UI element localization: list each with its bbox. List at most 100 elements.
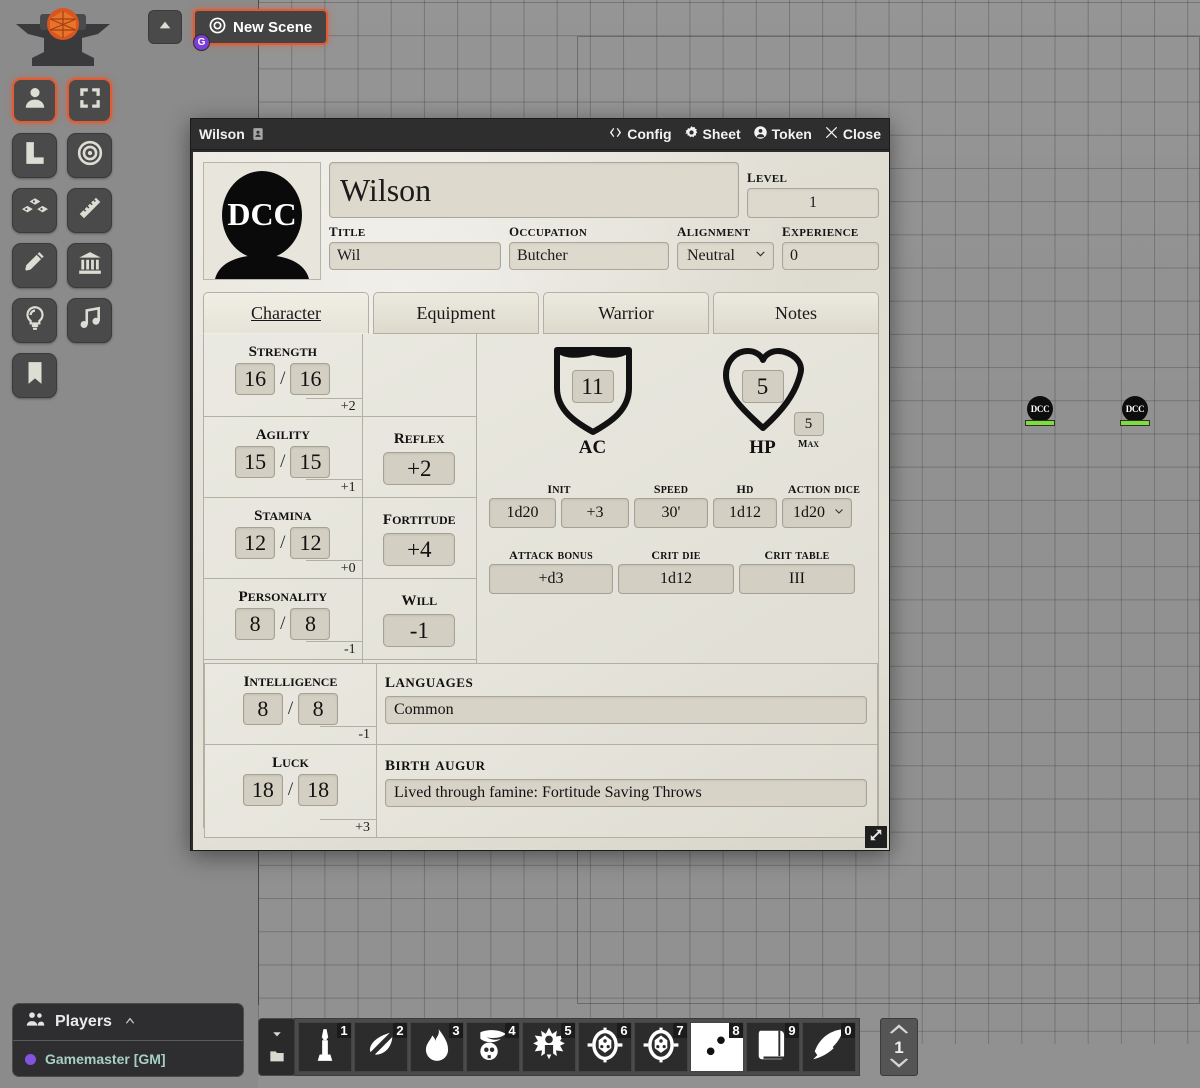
anvil-d20-icon[interactable]	[10, 8, 116, 70]
ability-max-input[interactable]: 8	[290, 608, 331, 640]
ability-max-input[interactable]: 12	[290, 527, 331, 559]
hotbar-slot[interactable]: 7	[634, 1022, 688, 1072]
ability-current-input[interactable]: 16	[235, 363, 276, 395]
speed-input[interactable]: 30'	[634, 498, 708, 528]
languages-input[interactable]: Common	[385, 696, 867, 724]
hotbar-slot-number: 8	[729, 1023, 743, 1038]
sidebar-item-journal[interactable]	[67, 243, 112, 288]
sidebar-item-walls[interactable]	[12, 133, 57, 178]
scene-tab-new-scene[interactable]: New Scene	[193, 9, 329, 45]
hotbar-slot[interactable]: 0	[802, 1022, 856, 1072]
sidebar-item-select-area[interactable]	[67, 78, 112, 123]
title-input[interactable]: Wil	[329, 242, 501, 270]
tab-notes[interactable]: Notes	[713, 292, 879, 334]
save-reflex: Reflex +2	[362, 417, 476, 498]
hotbar-slot[interactable]: 2	[354, 1022, 408, 1072]
action-dice-select[interactable]: 1d20	[782, 498, 852, 528]
occupation-input[interactable]: Butcher	[509, 242, 669, 270]
tab-warrior[interactable]: Warrior	[543, 292, 709, 334]
character-sheet-window[interactable]: Wilson Config Sheet Token Close DCC Wils…	[190, 118, 890, 851]
scene-nav-collapse-button[interactable]	[148, 10, 182, 44]
ability-max-input[interactable]: 8	[298, 693, 339, 725]
chevron-down-icon[interactable]	[270, 1026, 284, 1044]
list-item[interactable]: Gamemaster [GM]	[13, 1041, 243, 1076]
window-resize-handle[interactable]	[865, 826, 887, 848]
config-button[interactable]: Config	[608, 125, 672, 143]
chevron-up-icon[interactable]	[123, 1013, 137, 1032]
canvas-token[interactable]: DCC	[1025, 396, 1055, 430]
ability-current-input[interactable]: 12	[235, 527, 276, 559]
crit-die-input[interactable]: 1d12	[618, 564, 734, 594]
sidebar-item-audio[interactable]	[67, 298, 112, 343]
resize-handle-icon	[869, 828, 883, 847]
armor-class-input[interactable]: 11	[571, 370, 614, 403]
character-name-input[interactable]: Wilson	[329, 162, 739, 218]
init-die-input[interactable]: 1d20	[489, 498, 556, 528]
ability-label: Luck	[272, 748, 309, 772]
bookmark-icon	[22, 360, 48, 391]
init-mod-input[interactable]: +3	[561, 498, 629, 528]
hotbar-slot[interactable]: 4	[466, 1022, 520, 1072]
tab-equipment[interactable]: Equipment	[373, 292, 539, 334]
level-input[interactable]: 1	[747, 188, 879, 218]
hotbar-slot[interactable]: 5	[522, 1022, 576, 1072]
chevron-down-icon[interactable]	[889, 1056, 909, 1074]
players-title: Players	[55, 1013, 112, 1030]
hotbar-slot[interactable]: 6	[578, 1022, 632, 1072]
ability-max-input[interactable]: 16	[290, 363, 331, 395]
ability-current-input[interactable]: 8	[235, 608, 276, 640]
sidebar-item-notes[interactable]	[12, 298, 57, 343]
ability-strength: Strength 16 / 16 +2	[204, 334, 362, 417]
hotbar-page-stepper[interactable]: 1	[880, 1018, 918, 1076]
avatar[interactable]: DCC	[203, 162, 321, 280]
sidebar-item-measure[interactable]	[67, 188, 112, 233]
hotbar-page-controls[interactable]	[258, 1018, 296, 1076]
sidebar-item-tokens[interactable]	[12, 78, 57, 123]
token-label: DCC	[1030, 404, 1050, 414]
hd-input[interactable]: 1d12	[713, 498, 777, 528]
hit-points-input[interactable]: 5	[741, 370, 784, 403]
save-will: Will -1	[362, 579, 476, 660]
hp-max-input[interactable]: 5	[793, 412, 824, 436]
folder-icon[interactable]	[268, 1048, 286, 1069]
close-button[interactable]: Close	[824, 125, 881, 143]
hotbar-slot[interactable]: 9	[746, 1022, 800, 1072]
ability-current-input[interactable]: 15	[235, 446, 276, 478]
hotbar-slot[interactable]: 8	[690, 1022, 744, 1072]
ability-current-input[interactable]: 8	[242, 693, 283, 725]
players-panel[interactable]: Players Gamemaster [GM]	[12, 1003, 244, 1077]
person-circle-icon	[753, 125, 768, 143]
ability-max-input[interactable]: 18	[298, 774, 339, 806]
hotbar-slot[interactable]: 3	[410, 1022, 464, 1072]
sidebar-item-bookmarks[interactable]	[12, 353, 57, 398]
birth-augur-input[interactable]: Lived through famine: Fortitude Saving T…	[385, 779, 867, 807]
chevron-down-icon	[754, 247, 767, 265]
token-button[interactable]: Token	[753, 125, 812, 143]
hotbar-slot[interactable]: 1	[298, 1022, 352, 1072]
ability-current-input[interactable]: 18	[242, 774, 283, 806]
crit-table-input[interactable]: III	[739, 564, 855, 594]
sheet-button[interactable]: Sheet	[684, 125, 741, 143]
combat-stats-row: Init Speed HD Action Dice 1d20 +3 30' 1d…	[477, 474, 878, 528]
sidebar-item-tiles[interactable]	[12, 188, 57, 233]
experience-input[interactable]: 0	[782, 242, 879, 270]
sidebar-item-lighting[interactable]	[67, 133, 112, 178]
players-header[interactable]: Players	[13, 1004, 243, 1041]
character-sheet-body: DCC Wilson Level 1 Title Wil	[193, 152, 889, 850]
window-titlebar[interactable]: Wilson Config Sheet Token Close	[191, 119, 889, 150]
alignment-select[interactable]: Neutral	[677, 242, 774, 270]
attack-bonus-input[interactable]: +d3	[489, 564, 613, 594]
sidebar-item-drawing[interactable]	[12, 243, 57, 288]
chevron-up-icon[interactable]	[889, 1021, 909, 1039]
save-value-input[interactable]: +4	[383, 533, 456, 566]
ability-max-input[interactable]: 15	[290, 446, 331, 478]
ability-label: Intelligence	[243, 667, 338, 691]
save-value-input[interactable]: -1	[383, 614, 456, 647]
character-sheet-icon	[251, 127, 265, 141]
canvas-token[interactable]: DCC	[1120, 396, 1150, 430]
save-value-input[interactable]: +2	[383, 452, 456, 485]
ability-modifier: -1	[358, 727, 370, 742]
macro-hotbar[interactable]: 1 2 3 4 5 6 7 8 9 0	[294, 1018, 860, 1076]
token-label: DCC	[1125, 404, 1145, 414]
tab-character[interactable]: Character	[203, 292, 369, 334]
